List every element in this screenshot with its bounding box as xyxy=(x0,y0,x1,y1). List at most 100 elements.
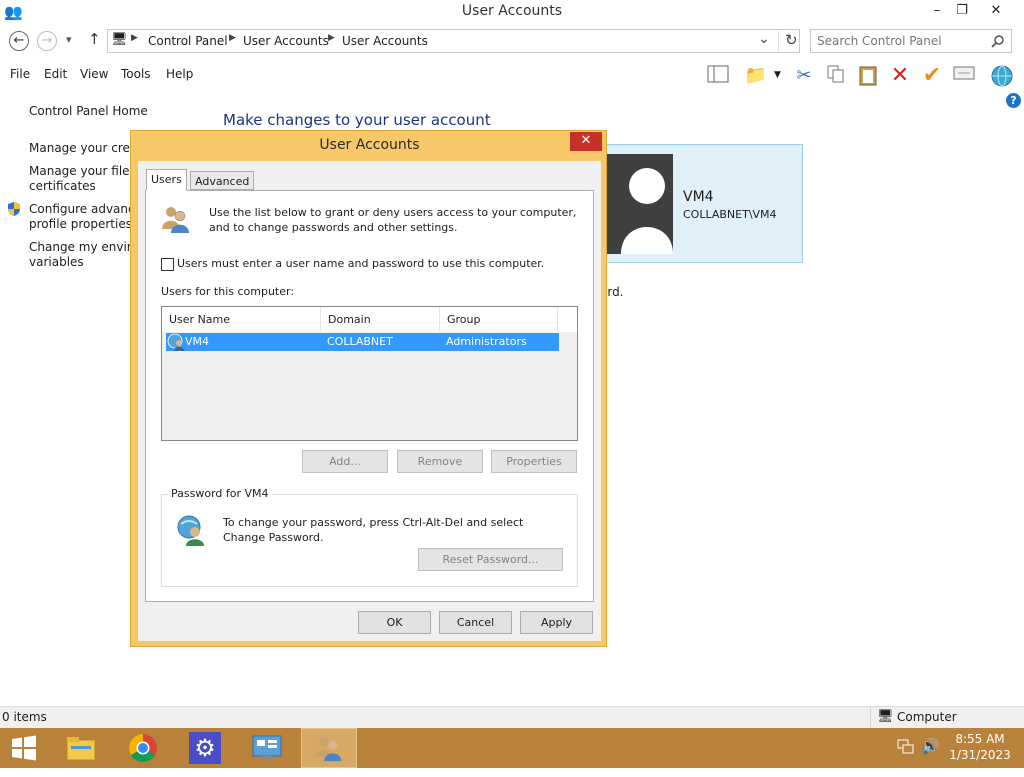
refresh-button[interactable]: ↻ xyxy=(778,31,798,51)
file-explorer-taskbar-icon[interactable] xyxy=(53,728,109,768)
breadcrumb-separator[interactable]: ▶ xyxy=(131,33,138,43)
cancel-button[interactable]: Cancel xyxy=(439,611,512,634)
control-panel-taskbar-icon[interactable] xyxy=(239,728,295,768)
forward-button[interactable]: → xyxy=(37,31,57,51)
account-domain: COLLABNET\VM4 xyxy=(683,208,777,221)
status-bar: 0 items 🖥 Computer xyxy=(0,706,1024,728)
password-group-label: Password for VM4 xyxy=(168,487,272,500)
menu-view[interactable]: View xyxy=(80,67,108,81)
apply-button[interactable]: Apply xyxy=(520,611,593,634)
close-window-button[interactable]: ✕ xyxy=(981,0,1011,22)
dialog-close-button[interactable]: ✕ xyxy=(570,132,602,151)
manage-file-encryption-link-line2[interactable]: certificates xyxy=(29,179,96,194)
column-header-group[interactable]: Group xyxy=(440,307,558,331)
window-title: User Accounts xyxy=(461,3,563,19)
users-icon xyxy=(160,203,192,238)
breadcrumb-separator[interactable]: ▶ xyxy=(328,33,335,43)
ok-button[interactable]: OK xyxy=(358,611,431,634)
clock-time[interactable]: 8:55 AM xyxy=(940,732,1020,746)
menu-edit[interactable]: Edit xyxy=(44,67,67,81)
search-icon[interactable] xyxy=(991,34,1005,48)
dialog-title: User Accounts xyxy=(319,137,420,153)
delete-icon[interactable]: ✕ xyxy=(888,64,912,88)
avatar xyxy=(607,154,673,254)
password-group: Password for VM4 To change your password… xyxy=(161,487,578,587)
item-count: 0 items xyxy=(2,710,47,724)
column-header-domain[interactable]: Domain xyxy=(321,307,440,331)
configure-advanced-profile-link-line2[interactable]: profile properties xyxy=(29,217,132,232)
breadcrumb-separator[interactable]: ▶ xyxy=(229,33,236,43)
shield-icon xyxy=(6,201,22,220)
change-password-text: To change your password, press Ctrl-Alt-… xyxy=(223,516,524,544)
require-password-label[interactable]: Users must enter a user name and passwor… xyxy=(177,256,544,271)
column-header-user-name[interactable]: User Name xyxy=(162,307,321,331)
volume-icon[interactable]: 🔊 xyxy=(921,737,940,755)
recent-locations-button[interactable]: ▾ xyxy=(66,33,72,46)
configure-advanced-profile-link[interactable]: Configure advance xyxy=(29,202,131,217)
change-environment-variables-link-line2[interactable]: variables xyxy=(29,255,84,270)
control-panel-home-link[interactable]: Control Panel Home xyxy=(29,104,148,119)
user-account-tile: VM4 COLLABNET\VM4 xyxy=(596,144,803,263)
settings-taskbar-icon[interactable]: ⚙ xyxy=(177,728,233,768)
menu-tools[interactable]: Tools xyxy=(121,67,151,81)
breadcrumb-user-accounts[interactable]: User Accounts xyxy=(243,34,329,48)
manage-credentials-link[interactable]: Manage your crede xyxy=(29,141,131,156)
require-password-checkbox[interactable] xyxy=(161,258,174,271)
paste-icon[interactable] xyxy=(856,64,880,88)
add-user-button[interactable]: Add... xyxy=(302,450,388,473)
search-input[interactable] xyxy=(817,33,987,49)
chrome-taskbar-icon[interactable] xyxy=(115,728,171,768)
cut-icon[interactable]: ✂ xyxy=(792,64,816,88)
computer-icon: 🖥 xyxy=(877,709,894,724)
menu-bar: File Edit View Tools Help 📁 ▼ ✂ ✕ ✔ ? xyxy=(0,60,1024,108)
layout-pane-icon[interactable] xyxy=(706,64,730,88)
breadcrumb-control-panel[interactable]: Control Panel xyxy=(148,34,228,48)
user-accounts-taskbar-icon[interactable] xyxy=(301,728,357,768)
menu-help[interactable]: Help xyxy=(166,67,193,81)
clock-date[interactable]: 1/31/2023 xyxy=(940,748,1020,762)
manage-file-encryption-link[interactable]: Manage your file er xyxy=(29,164,131,179)
address-bar[interactable]: 🖥 ▶ Control Panel ▶ User Accounts ▶ User… xyxy=(107,29,800,53)
row-user-name: VM4 xyxy=(185,335,210,348)
menu-file[interactable]: File xyxy=(10,67,30,81)
users-list[interactable]: User Name Domain Group VM4 COLLABNET Adm… xyxy=(161,306,578,441)
user-properties-button[interactable]: Properties xyxy=(491,450,577,473)
globe-icon[interactable] xyxy=(990,64,1014,88)
change-environment-variables-link[interactable]: Change my environ xyxy=(29,240,131,255)
user-icon xyxy=(167,333,185,354)
navigation-bar: ← → ▾ ↑ 🖥 ▶ Control Panel ▶ User Account… xyxy=(0,26,1024,56)
account-name: VM4 xyxy=(683,189,714,205)
row-group: Administrators xyxy=(446,335,527,348)
back-button[interactable]: ← xyxy=(9,31,29,51)
tab-advanced[interactable]: Advanced xyxy=(190,171,255,190)
user-accounts-dialog: User Accounts ✕ Users Advanced Use the l… xyxy=(130,130,607,647)
users-list-label: Users for this computer: xyxy=(161,285,295,298)
status-divider xyxy=(870,707,871,728)
user-password-icon xyxy=(176,514,208,549)
page-title: Make changes to your user account xyxy=(223,111,491,129)
dialog-client-area: Users Advanced Use the list below to gra… xyxy=(138,161,601,641)
start-button[interactable] xyxy=(0,728,48,768)
table-row[interactable]: VM4 COLLABNET Administrators xyxy=(166,333,559,351)
status-computer: Computer xyxy=(897,710,957,724)
gear-icon: ⚙ xyxy=(189,732,221,764)
checkmark-icon[interactable]: ✔ xyxy=(920,64,944,88)
reset-password-button[interactable]: Reset Password... xyxy=(418,548,563,571)
up-button[interactable]: ↑ xyxy=(88,30,101,48)
breadcrumb-user-accounts-current[interactable]: User Accounts xyxy=(342,34,428,48)
restore-button[interactable]: ❐ xyxy=(945,0,979,22)
properties-icon[interactable] xyxy=(952,64,976,88)
folder-options-icon[interactable]: 📁 xyxy=(744,64,768,88)
help-icon[interactable]: ? xyxy=(1006,93,1021,108)
search-box[interactable] xyxy=(810,29,1012,53)
window-title-bar[interactable]: 👥 User Accounts – ❐ ✕ xyxy=(0,0,1024,24)
taskbar: ⚙ 🔊 8:55 AM 1/31/2023 xyxy=(0,728,1024,768)
network-icon[interactable] xyxy=(897,739,915,758)
tab-users[interactable]: Users xyxy=(146,169,187,191)
row-domain: COLLABNET xyxy=(327,335,393,348)
address-dropdown-button[interactable]: ⌄ xyxy=(758,31,770,47)
copy-icon[interactable] xyxy=(824,64,848,88)
remove-user-button[interactable]: Remove xyxy=(397,450,483,473)
chevron-down-icon[interactable]: ▼ xyxy=(774,70,781,80)
users-tab-panel: Use the list below to grant or deny user… xyxy=(145,190,594,602)
